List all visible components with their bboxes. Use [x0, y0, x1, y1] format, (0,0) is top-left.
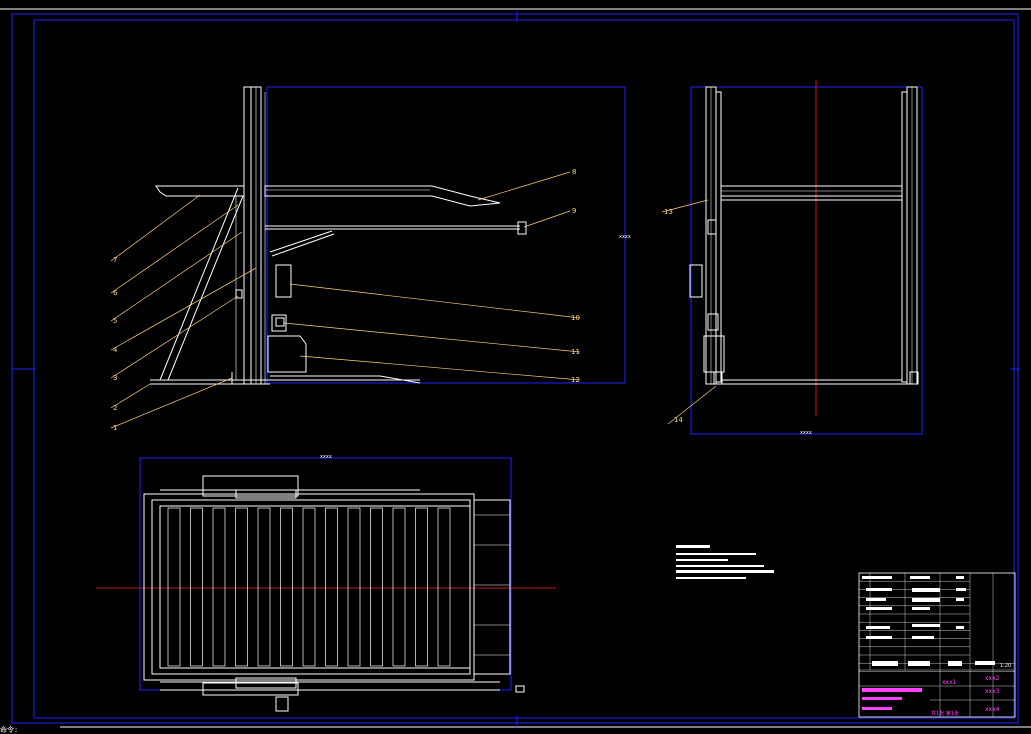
technical-notes [676, 545, 774, 579]
part-label: 4 [113, 346, 118, 354]
part-label: 6 [113, 289, 118, 297]
part-label: 5 [113, 317, 117, 325]
scale-text: 1:20 [1000, 663, 1011, 669]
part-label: 10 [571, 314, 580, 322]
title-block[interactable]: xxx1 xxx2 xxx3 xxx4 共1张 第1张 1:20 [858, 572, 1016, 718]
deck-slat [302, 507, 316, 667]
deck-slat [212, 507, 226, 667]
drawing-number: xxx4 [985, 706, 1000, 713]
part-label: 2 [113, 404, 117, 412]
part-label: 13 [664, 208, 673, 216]
upper-platform-right [264, 185, 501, 207]
part-label: 9 [572, 207, 576, 215]
side-view[interactable]: 7 6 5 4 3 2 1 8 9 10 11 12 xxxx [110, 86, 631, 432]
platform-outline [143, 493, 475, 681]
deck-slats [167, 507, 451, 667]
deck-slat [437, 507, 451, 667]
dimension-text: xxxx [619, 234, 631, 240]
post-column [243, 86, 252, 385]
side-view-part-labels: 7 6 5 4 3 2 1 8 9 10 11 12 xxxx [113, 168, 631, 432]
deck-slat [347, 507, 361, 667]
part-label: 3 [113, 374, 117, 382]
drawing-number: xxx2 [985, 675, 1000, 682]
part-label: 1 [113, 424, 117, 432]
dimension-text: xxxx [320, 454, 332, 460]
deck-slat [167, 507, 181, 667]
sheet-text: 共1张 第1张 [931, 710, 959, 717]
end-block [517, 221, 527, 235]
ramp [473, 499, 511, 675]
control-box [275, 264, 292, 298]
part-label: 11 [571, 348, 580, 356]
part-label: 12 [571, 376, 580, 384]
deck-slat [280, 507, 293, 667]
viewport-border [0, 8, 1031, 728]
deck-slat [392, 507, 406, 667]
drawing-number: xxx3 [985, 688, 1000, 695]
part-label: 7 [113, 256, 117, 264]
deck-slat [415, 507, 428, 667]
pump-unit [267, 335, 307, 373]
end-view-dimension-frame [690, 86, 923, 435]
deck-slat [235, 507, 248, 667]
part-label: 8 [572, 168, 576, 176]
drawing-number: xxx1 [942, 679, 957, 686]
upper-platform-left [155, 185, 245, 197]
deck-slat [325, 507, 338, 667]
cad-drawing-canvas[interactable]: 7 6 5 4 3 2 1 8 9 10 11 12 xxxx 13 14 xx… [0, 0, 1031, 734]
deck-slat [370, 507, 383, 667]
part-label: 14 [674, 416, 683, 424]
deck-slat [257, 507, 271, 667]
end-view[interactable]: 13 14 xxxx [661, 80, 923, 436]
dimension-text: xxxx [800, 430, 812, 436]
deck-slat [190, 507, 203, 667]
plan-view[interactable]: xxxx [96, 454, 556, 712]
command-line[interactable]: 命令: [0, 726, 60, 734]
